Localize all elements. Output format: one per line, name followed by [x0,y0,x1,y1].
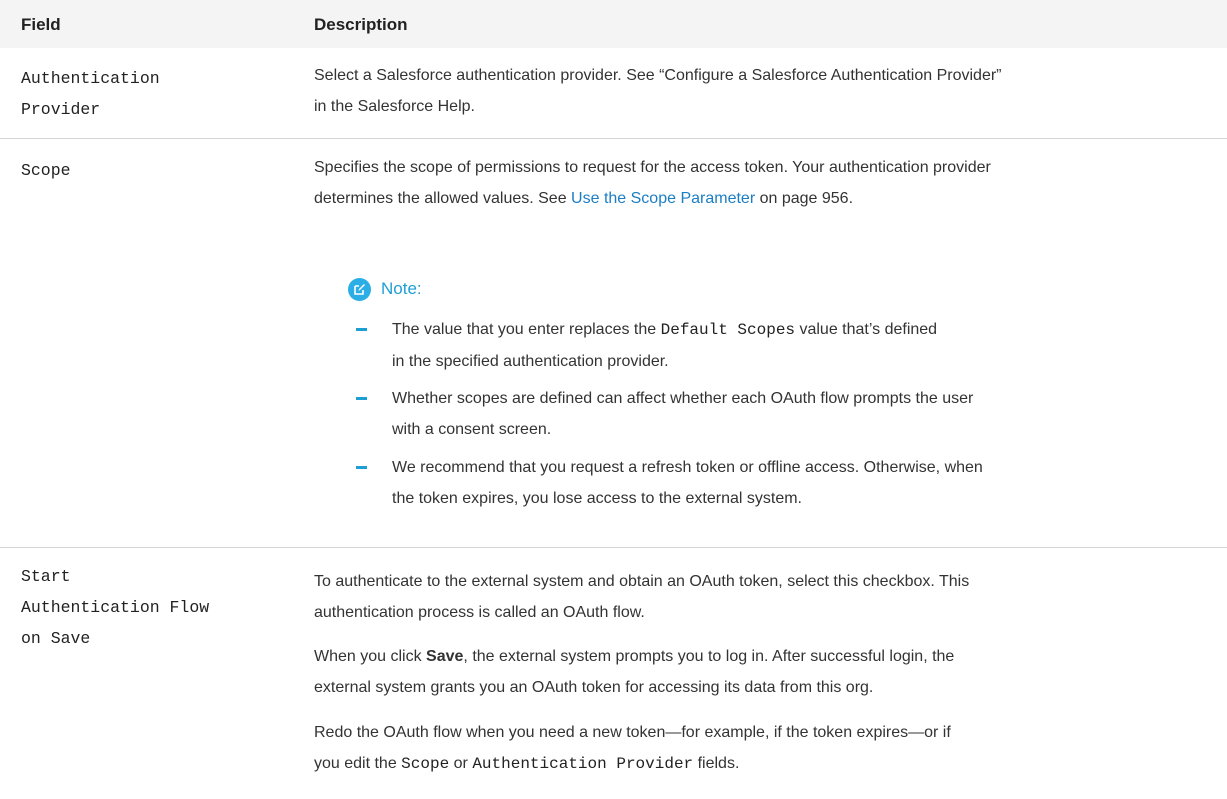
bullet-dash-icon [356,328,367,331]
description-start-authentication-flow-p2: When you click Save, the external system… [314,648,955,696]
edit-note-icon [348,277,371,301]
description-start-authentication-flow-p3: Redo the OAuth flow when you need a new … [314,724,951,773]
field-name-authentication-provider: Authentication Provider [21,69,160,119]
bullet-dash-icon [356,397,367,400]
note-bullet-item: We recommend that you request a refresh … [356,452,1192,514]
description-start-authentication-flow-p1: To authenticate to the external system a… [314,573,970,621]
description-column-header: Description [314,15,408,34]
note-header: Note: [348,276,422,302]
table-header: Field Description [0,0,1227,48]
note-bullet-item: The value that you enter replaces the De… [356,314,1192,377]
field-column-header: Field [21,15,61,34]
note-bullet-item: Whether scopes are defined can affect wh… [356,383,1192,445]
description-authentication-provider: Select a Salesforce authentication provi… [314,67,1002,115]
row-divider [0,547,1227,548]
field-name-start-authentication-flow-on-save: Start Authentication Flow on Save [21,567,210,648]
note-label: Note: [381,279,422,298]
description-scope: Specifies the scope of permissions to re… [314,159,991,207]
scope-parameter-link[interactable]: Use the Scope Parameter [571,190,755,207]
bullet-dash-icon [356,466,367,469]
row-divider [0,138,1227,139]
field-name-scope: Scope [21,161,71,180]
